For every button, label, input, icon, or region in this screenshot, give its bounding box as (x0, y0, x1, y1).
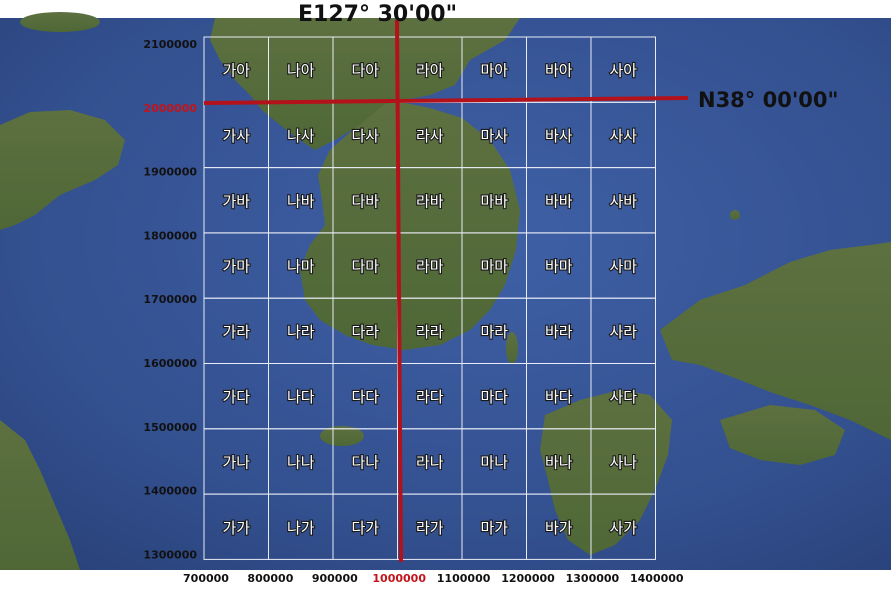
x-tick-label: 1400000 (630, 572, 684, 585)
grid-cell-label: 가가 (222, 519, 250, 537)
grid-cell-label: 마바 (480, 192, 508, 210)
grid-cell-label: 다마 (351, 258, 379, 276)
grid-cell-label: 사가 (609, 519, 637, 537)
y-tick-label: 1500000 (143, 421, 197, 434)
grid-cell-label: 사바 (609, 192, 637, 210)
grid-cell-label: 가아 (222, 62, 250, 80)
grid-cell-label: 바마 (545, 258, 573, 276)
grid-cell-label: 마마 (480, 258, 508, 276)
y-tick-label: 1300000 (143, 548, 197, 561)
x-tick-label: 1200000 (501, 572, 555, 585)
grid-cell-label: 바다 (545, 388, 573, 406)
grid-cell-label: 다사 (351, 127, 379, 145)
y-tick-label: 1400000 (143, 485, 197, 498)
grid-cell-label: 마가 (480, 519, 508, 537)
grid-cell-label: 바아 (545, 62, 573, 80)
grid-cell-label: 바사 (545, 127, 573, 145)
grid-cell-label: 사마 (609, 258, 637, 276)
ulleungdo-island (730, 210, 740, 220)
grid-cell-label: 가사 (222, 127, 250, 145)
grid-cell-label: 나아 (287, 62, 315, 80)
grid-cell-label: 마아 (480, 62, 508, 80)
grid-cell-label: 사다 (609, 388, 637, 406)
x-tick-label: 1000000 (372, 572, 426, 585)
grid-cell-label: 나바 (287, 192, 315, 210)
grid-cell-label: 다바 (351, 192, 379, 210)
grid-cell-label: 마사 (480, 127, 508, 145)
grid-cell-label: 바바 (545, 192, 573, 210)
grid-cell-label: 가나 (222, 453, 250, 471)
grid-cell-label: 라다 (416, 388, 444, 406)
y-tick-label: 2100000 (143, 38, 197, 51)
meridian-label: E127° 30'00" (298, 2, 457, 27)
y-tick-label: 1900000 (143, 166, 197, 179)
grid-cell-label: 가라 (222, 323, 250, 341)
grid-cell-label: 가마 (222, 258, 250, 276)
y-tick-label: 1700000 (143, 293, 197, 306)
grid-cell-label: 가다 (222, 388, 250, 406)
grid-cell-label: 사아 (609, 62, 637, 80)
grid-cell-label: 바라 (545, 323, 573, 341)
grid-cell-label: 다가 (351, 519, 379, 537)
grid-cell-label: 라라 (416, 323, 444, 341)
grid-cell-label: 나다 (287, 388, 315, 406)
grid-cell-label: 다아 (351, 62, 379, 80)
x-tick-label: 900000 (312, 572, 358, 585)
satellite-map: 가아 나아 다아 라아 마아 바아 사아가사 나사 다사 라사 마사 바사 사사가바 나바 다바 라바 마바 바바… (0, 0, 891, 600)
grid-cell-label: 나나 (287, 453, 315, 471)
grid-cell-label: 나사 (287, 127, 315, 145)
grid-cell-label: 나마 (287, 258, 315, 276)
grid-cell-label: 라바 (416, 192, 444, 210)
grid-cell-label: 라마 (416, 258, 444, 276)
grid-cell-label: 다다 (351, 388, 379, 406)
x-tick-label: 800000 (247, 572, 293, 585)
grid-cell-label: 다나 (351, 453, 379, 471)
grid-cell-label: 사라 (609, 323, 637, 341)
grid-cell-label: 바나 (545, 453, 573, 471)
grid-cell-label: 가바 (222, 192, 250, 210)
x-tick-label: 1300000 (566, 572, 620, 585)
grid-cell-label: 마라 (480, 323, 508, 341)
x-tick-label: 1100000 (437, 572, 491, 585)
grid-cell-label: 사사 (609, 127, 637, 145)
grid-cell-label: 라사 (416, 127, 444, 145)
parallel-label: N38° 00'00" (698, 88, 838, 112)
grid-cell-label: 라가 (416, 519, 444, 537)
grid-cell-label: 마나 (480, 453, 508, 471)
grid-cell-label: 사나 (609, 453, 637, 471)
y-tick-label: 1800000 (143, 229, 197, 242)
grid-cell-label: 나가 (287, 519, 315, 537)
y-tick-label: 1600000 (143, 357, 197, 370)
grid-cell-label: 다라 (351, 323, 379, 341)
northeast-island (20, 12, 100, 32)
grid-cell-label: 마다 (480, 388, 508, 406)
y-tick-label: 2000000 (143, 102, 197, 115)
grid-cell-label: 나라 (287, 323, 315, 341)
grid-cell-label: 바가 (545, 519, 573, 537)
grid-cell-label: 라나 (416, 453, 444, 471)
grid-cell-label: 라아 (416, 62, 444, 80)
x-tick-label: 700000 (183, 572, 229, 585)
